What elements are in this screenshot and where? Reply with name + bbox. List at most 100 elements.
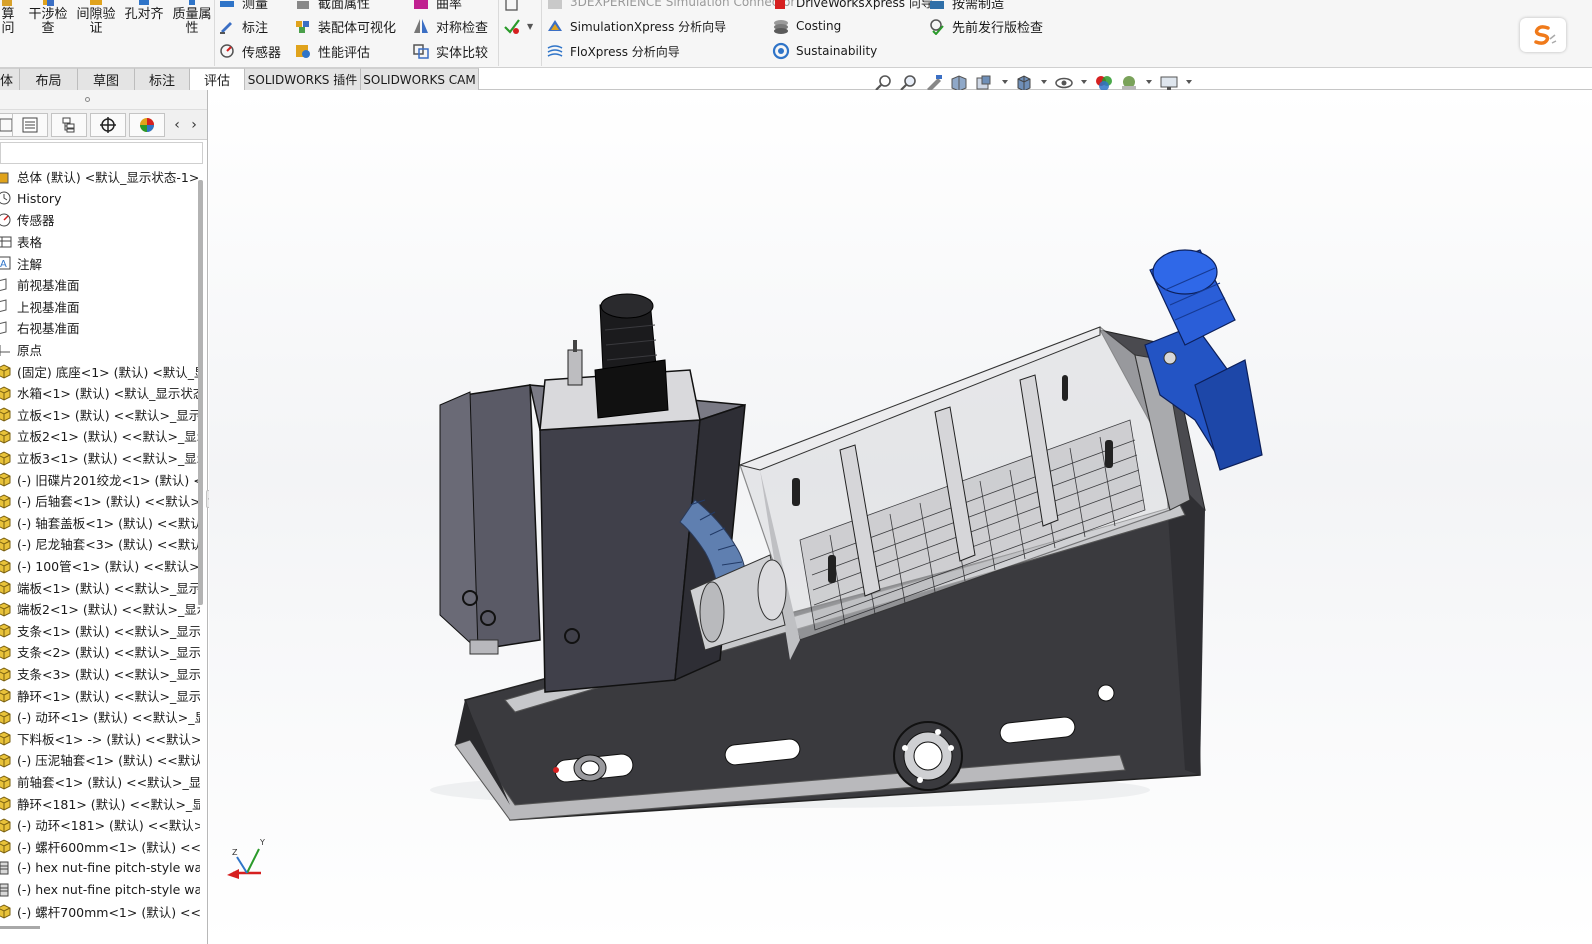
assembly-visualization-button[interactable]: 装配体可视化 (294, 16, 396, 36)
manufacturing-button[interactable]: 按需制造 (928, 0, 1004, 12)
ribbon-separator (541, 0, 542, 66)
solidworks-assistant-logo[interactable] (1520, 18, 1566, 52)
tab-dimxpert-manager[interactable] (90, 113, 126, 137)
hide-show-items-caret[interactable] (1081, 80, 1087, 84)
floxpress-icon (547, 45, 563, 57)
compare-bodies-button[interactable]: 实体比较 (412, 41, 488, 61)
tree-item[interactable]: 支条<1> (默认) <<默认>_显示状 (0, 620, 200, 642)
graphics-area[interactable]: Y Z (209, 90, 1592, 944)
tab-configuration-manager[interactable] (51, 113, 87, 137)
performance-evaluation-button[interactable]: 性能评估 (294, 41, 370, 61)
tab-solidworks-addins[interactable]: SOLIDWORKS 插件 (245, 68, 361, 90)
tab-layout[interactable]: 布局 (20, 68, 78, 90)
mass-properties-button[interactable]: 质量属 性 (170, 0, 214, 44)
tree-item[interactable]: 支条<2> (默认) <<默认>_显示状 (0, 641, 200, 663)
display-style-caret[interactable] (1041, 80, 1047, 84)
tree-item[interactable]: 端板2<1> (默认) <<默认>_显示 (0, 598, 200, 620)
tree-item[interactable]: 右视基准面 (0, 317, 200, 339)
tree-filter-input[interactable] (0, 142, 203, 164)
tabs-scroll-right-icon[interactable]: › (187, 115, 201, 135)
sustainability-button[interactable]: Sustainability (772, 41, 877, 61)
tree-item[interactable]: 端板<1> (默认) <<默认>_显示状 (0, 576, 200, 598)
tree-item[interactable]: (-) 压泥轴套<1> (默认) <<默认 (0, 749, 200, 771)
tree-item[interactable]: (-) 100管<1> (默认) <<默认>_ (0, 555, 200, 577)
part-icon (0, 451, 11, 466)
annotation-icon: A (0, 256, 11, 270)
tree-item[interactable]: (-) hex nut-fine pitch-style was (0, 857, 200, 879)
apply-scene-caret[interactable] (1146, 80, 1152, 84)
panel-grip[interactable] (0, 90, 207, 110)
tree-item[interactable]: History (0, 188, 200, 210)
plane-icon (0, 321, 7, 334)
tree-item[interactable]: 支条<3> (默认) <<默认>_显示状 (0, 663, 200, 685)
tree-item[interactable]: 下料板<1> -> (默认) <<默认>_ (0, 728, 200, 750)
tree-item[interactable]: 静环<181> (默认) <<默认>_显示 (0, 792, 200, 814)
checklist-button[interactable] (503, 0, 521, 12)
tree-item-label: 上视基准面 (17, 299, 80, 315)
tab-property-manager[interactable] (12, 113, 48, 137)
tree-item[interactable]: 静环<1> (默认) <<默认>_显示状 (0, 684, 200, 706)
view-settings-caret[interactable] (1186, 80, 1192, 84)
clearance-verification-button[interactable]: 间隙验 证 (74, 0, 118, 44)
tree-item[interactable]: 前轴套<1> (默认) <<默认>_显示 (0, 771, 200, 793)
symmetry-check-button[interactable]: 对称检查 (412, 16, 488, 36)
tree-item[interactable]: 立板<1> (默认) <<默认>_显示状 (0, 404, 200, 426)
tree-item-label: 下料板<1> -> (默认) <<默认>_ (17, 731, 200, 747)
costing-button[interactable]: Costing (772, 16, 841, 36)
view-orientation-caret[interactable] (1002, 80, 1008, 84)
tree-item[interactable]: (-) 旧碟片201绞龙<1> (默认) < (0, 468, 200, 490)
sensor-button[interactable]: 传感器 (218, 41, 281, 61)
floxpress-button[interactable]: FloXpress 分析向导 (546, 41, 680, 61)
tree-item[interactable]: (-) 螺杆700mm<1> (默认) <<默 (0, 900, 200, 922)
tree-item[interactable]: 传感器 (0, 209, 200, 231)
tree-item[interactable]: (-) 后轴套<1> (默认) <<默认>_ (0, 490, 200, 512)
section-properties-icon (297, 1, 309, 9)
origin-icon (0, 344, 10, 356)
measure-button[interactable]: 测量 (218, 0, 268, 12)
tree-item[interactable]: (-) 动环<181> (默认) <<默认>_ (0, 814, 200, 836)
tree-item[interactable]: (-) 尼龙轴套<3> (默认) <<默认 (0, 533, 200, 555)
tree-item[interactable]: (-) hex nut-fine pitch-style was (0, 879, 200, 901)
tree-horizontal-scrollbar[interactable] (0, 926, 40, 929)
tab-evaluate[interactable]: 评估 (190, 68, 245, 90)
section-properties-button[interactable]: 截面属性 (294, 0, 370, 12)
tab-markup[interactable]: 标注 (135, 68, 190, 90)
calculate-button[interactable]: 算 问 (0, 0, 18, 44)
interference-check-button[interactable]: 干涉检 查 (26, 0, 70, 44)
tree-scrollbar[interactable] (198, 180, 203, 605)
part-icon (0, 623, 11, 638)
curvature-button[interactable]: 曲率 (412, 0, 462, 12)
markup-button[interactable]: 标注 (218, 16, 268, 36)
simulation-connector-button[interactable]: 3DEXPERIENCE Simulation Connector (546, 0, 795, 12)
tree-item[interactable]: 立板2<1> (默认) <<默认>_显示 (0, 425, 200, 447)
tree-item[interactable]: 立板3<1> (默认) <<默认>_显示 (0, 447, 200, 469)
tab-assembly[interactable]: 体 (0, 68, 20, 90)
tree-item[interactable]: A 注解 (0, 252, 200, 274)
tab-solidworks-cam[interactable]: SOLIDWORKS CAM (361, 68, 479, 90)
driveworksxpress-button[interactable]: DriveWorksXpress 向导 (772, 0, 933, 12)
tree-item[interactable]: (-) 螺杆600mm<1> (默认) <<默 (0, 836, 200, 858)
previous-release-check-button[interactable]: 先前发行版检查 (928, 16, 1043, 36)
tree-item-label: History (17, 190, 62, 206)
triad-y-label: Y (259, 838, 265, 847)
tree-item[interactable]: 上视基准面 (0, 296, 200, 318)
tree-item[interactable]: 总体 (默认) <默认_显示状态-1> (0, 166, 200, 188)
tab-sketch[interactable]: 草图 (78, 68, 135, 90)
tree-item[interactable]: (-) 轴套盖板<1> (默认) <<默认 (0, 512, 200, 534)
tree-item[interactable]: (-) 动环<1> (默认) <<默认>_显 (0, 706, 200, 728)
tree-item[interactable]: 表格 (0, 231, 200, 253)
simulationxpress-button[interactable]: SimulationXpress 分析向导 (546, 16, 726, 36)
tree-item[interactable]: (固定) 底座<1> (默认) <默认_显 (0, 360, 200, 382)
part-icon (0, 429, 11, 444)
tree-item[interactable]: 水箱<1> (默认) <默认_显示状态 (0, 382, 200, 404)
3d-model-screw-press[interactable] (209, 90, 1592, 944)
tree-item[interactable]: 原点 (0, 339, 200, 361)
tree-item-label: 立板2<1> (默认) <<默认>_显示 (17, 429, 200, 445)
tree-item-label: 立板<1> (默认) <<默认>_显示状 (17, 407, 200, 423)
tolerance-analysis-button[interactable]: ▼ (503, 16, 533, 36)
tabs-scroll-left-icon[interactable]: ‹ (170, 115, 184, 135)
hole-alignment-button[interactable]: 孔对齐 (122, 0, 166, 44)
tree-item[interactable]: 前视基准面 (0, 274, 200, 296)
dropdown-caret-icon[interactable]: ▼ (527, 22, 533, 31)
tab-display-manager[interactable] (129, 113, 165, 137)
